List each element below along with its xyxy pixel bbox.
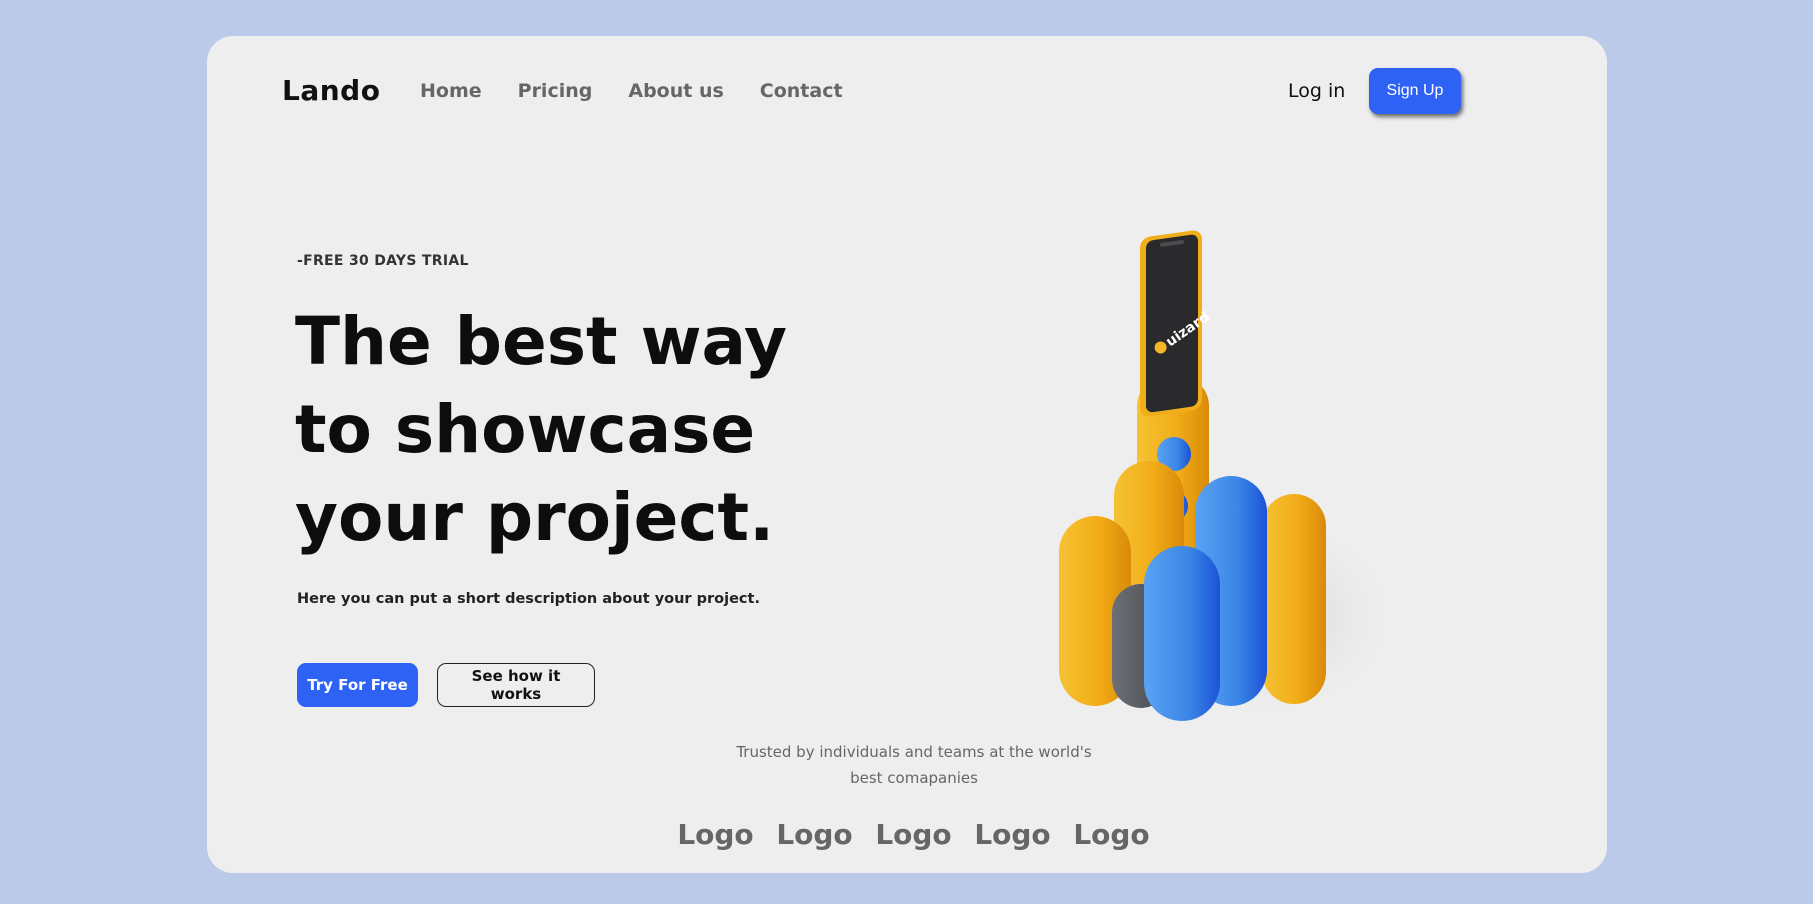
hero-description: Here you can put a short description abo…: [297, 591, 760, 607]
company-logo: Logo: [875, 818, 952, 851]
brand-logo[interactable]: Lando: [282, 74, 380, 107]
company-logo: Logo: [677, 818, 754, 851]
hero-headline: The best way to showcase your project.: [295, 298, 855, 562]
company-logo: Logo: [974, 818, 1051, 851]
company-logos: Logo Logo Logo Logo Logo: [677, 818, 1150, 851]
landing-card: Lando Home Pricing About us Contact Log …: [207, 36, 1607, 873]
trusted-line-1: Trusted by individuals and teams at the …: [736, 743, 1092, 761]
hero-illustration: uizard: [1059, 230, 1387, 726]
trusted-line-2: best comapanies: [850, 769, 978, 787]
trusted-by-text: Trusted by individuals and teams at the …: [707, 739, 1121, 791]
nav-contact[interactable]: Contact: [760, 80, 843, 102]
company-logo: Logo: [1073, 818, 1150, 851]
headline-line-2: to showcase: [295, 391, 756, 468]
nav-home[interactable]: Home: [420, 80, 482, 102]
blue-pill-front: [1144, 546, 1220, 721]
headline-line-1: The best way: [295, 303, 788, 380]
nav-about-us[interactable]: About us: [628, 80, 723, 102]
yellow-pill-back-right: [1262, 494, 1326, 704]
signup-button[interactable]: Sign Up: [1369, 68, 1461, 114]
trial-eyebrow: -FREE 30 DAYS TRIAL: [297, 253, 469, 269]
login-link[interactable]: Log in: [1288, 80, 1345, 102]
headline-line-3: your project.: [295, 479, 775, 556]
try-for-free-button[interactable]: Try For Free: [297, 663, 418, 707]
company-logo: Logo: [776, 818, 853, 851]
see-how-it-works-button[interactable]: See how it works: [437, 663, 595, 707]
nav-pricing[interactable]: Pricing: [518, 80, 593, 102]
main-nav: Home Pricing About us Contact: [420, 80, 843, 102]
